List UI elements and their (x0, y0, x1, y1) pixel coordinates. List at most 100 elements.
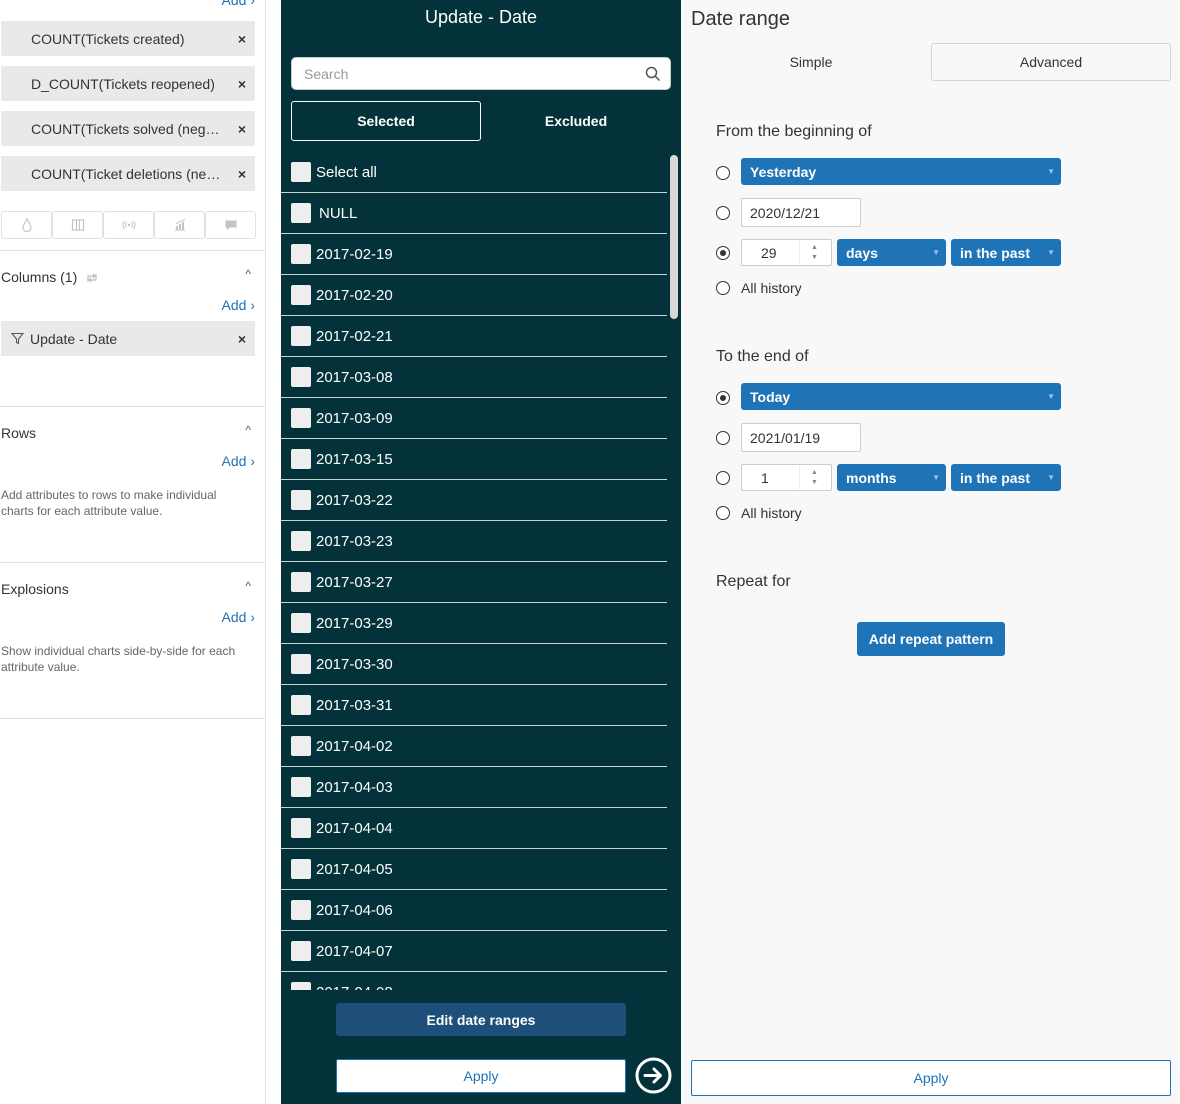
checkbox[interactable] (291, 777, 311, 797)
metric-chip[interactable]: COUNT(Tickets created) × (1, 21, 255, 56)
checkbox[interactable] (291, 900, 311, 920)
list-item[interactable]: 2017-03-27 (281, 562, 667, 603)
table-icon[interactable] (52, 211, 103, 239)
list-item[interactable]: 2017-03-09 (281, 398, 667, 439)
list-item[interactable]: 2017-04-02 (281, 726, 667, 767)
remove-icon[interactable]: × (229, 31, 255, 47)
signal-icon[interactable] (103, 211, 154, 239)
from-amount-stepper[interactable]: 29 ▲ ▼ (741, 239, 832, 266)
list-item[interactable]: 2017-04-03 (281, 767, 667, 808)
to-date-field[interactable]: 2021/01/19 (741, 423, 861, 452)
chevron-up-icon[interactable]: ^ (245, 579, 251, 593)
to-unit-dropdown[interactable]: months ▼ (837, 464, 946, 491)
list-item[interactable]: NULL (281, 193, 667, 234)
metric-chip[interactable]: COUNT(Ticket deletions (negative)) × (1, 156, 255, 191)
checkbox[interactable] (291, 695, 311, 715)
spinner-icon[interactable]: ▲ ▼ (799, 241, 829, 264)
checkbox[interactable] (291, 490, 311, 510)
checkbox[interactable] (291, 572, 311, 592)
checkbox[interactable] (291, 531, 311, 551)
list-item[interactable]: 2017-03-30 (281, 644, 667, 685)
from-date-field[interactable]: 2020/12/21 (741, 198, 861, 227)
list-item[interactable]: 2017-02-19 (281, 234, 667, 275)
tab-selected[interactable]: Selected (291, 101, 481, 141)
rows-add-link[interactable]: Add › (222, 453, 255, 469)
select-all-row[interactable]: Select all (281, 152, 667, 193)
comment-icon[interactable] (205, 211, 256, 239)
apply-button[interactable]: Apply (691, 1060, 1171, 1096)
list-item[interactable]: 2017-04-07 (281, 931, 667, 972)
from-radio-relative[interactable] (716, 246, 730, 260)
list-item[interactable]: 2017-03-15 (281, 439, 667, 480)
tab-excluded[interactable]: Excluded (481, 101, 671, 141)
from-preset-dropdown[interactable]: Yesterday ▼ (741, 158, 1061, 185)
edit-date-ranges-button[interactable]: Edit date ranges (336, 1003, 626, 1036)
search-box (291, 57, 671, 90)
apply-button[interactable]: Apply (336, 1059, 626, 1093)
checkbox[interactable] (291, 859, 311, 879)
list-item[interactable]: 2017-04-06 (281, 890, 667, 931)
spinner-icon[interactable]: ▲ ▼ (799, 466, 829, 489)
list-item[interactable]: 2017-02-21 (281, 316, 667, 357)
to-radio-preset[interactable] (716, 391, 730, 405)
from-unit-dropdown[interactable]: days ▼ (837, 239, 946, 266)
explosions-add-link[interactable]: Add › (222, 609, 255, 625)
search-input[interactable] (304, 65, 636, 82)
to-direction-dropdown[interactable]: in the past ▼ (951, 464, 1061, 491)
list-item[interactable]: 2017-03-08 (281, 357, 667, 398)
metric-chip[interactable]: D_COUNT(Tickets reopened) × (1, 66, 255, 101)
list-item[interactable]: 2017-03-22 (281, 480, 667, 521)
metrics-add-link[interactable]: Add › (222, 0, 255, 8)
remove-icon[interactable]: × (229, 121, 255, 137)
tab-advanced[interactable]: Advanced (931, 43, 1171, 81)
checkbox[interactable] (291, 408, 311, 428)
checkbox[interactable] (291, 941, 311, 961)
to-radio-all-history[interactable] (716, 506, 730, 520)
checkbox[interactable] (291, 285, 311, 305)
swap-icon[interactable] (85, 271, 99, 285)
to-preset-dropdown[interactable]: Today ▼ (741, 383, 1061, 410)
remove-icon[interactable]: × (229, 76, 255, 92)
from-radio-all-history[interactable] (716, 281, 730, 295)
remove-icon[interactable]: × (229, 166, 255, 182)
drop-icon[interactable] (1, 211, 52, 239)
metric-label: COUNT(Tickets solved (negative)) (31, 120, 229, 137)
from-radio-date[interactable] (716, 206, 730, 220)
add-repeat-pattern-button[interactable]: Add repeat pattern (857, 622, 1005, 656)
chevron-up-icon[interactable]: ^ (245, 423, 251, 437)
search-icon[interactable] (636, 66, 670, 82)
metric-chip[interactable]: COUNT(Tickets solved (negative)) × (1, 111, 255, 146)
list-item[interactable]: 2017-04-08 (281, 972, 667, 990)
tab-simple[interactable]: Simple (691, 43, 931, 81)
checkbox[interactable] (291, 818, 311, 838)
checkbox[interactable] (291, 982, 311, 990)
arrow-right-circle-icon[interactable] (635, 1057, 672, 1094)
columns-add-link[interactable]: Add › (222, 297, 255, 313)
list-item[interactable]: 2017-03-29 (281, 603, 667, 644)
from-direction-dropdown[interactable]: in the past ▼ (951, 239, 1061, 266)
list-item[interactable]: 2017-02-20 (281, 275, 667, 316)
checkbox[interactable] (291, 654, 311, 674)
to-radio-relative[interactable] (716, 471, 730, 485)
list-item[interactable]: 2017-04-05 (281, 849, 667, 890)
list-item-label: 2017-04-02 (316, 737, 393, 755)
from-radio-preset[interactable] (716, 166, 730, 180)
to-amount-stepper[interactable]: 1 ▲ ▼ (741, 464, 832, 491)
list-item[interactable]: 2017-03-23 (281, 521, 667, 562)
checkbox[interactable] (291, 449, 311, 469)
checkbox[interactable] (291, 203, 311, 223)
checkbox[interactable] (291, 736, 311, 756)
checkbox[interactable] (291, 244, 311, 264)
list-item[interactable]: 2017-04-04 (281, 808, 667, 849)
checkbox[interactable] (291, 162, 311, 182)
chevron-up-icon[interactable]: ^ (245, 267, 251, 281)
checkbox[interactable] (291, 613, 311, 633)
chart-icon[interactable] (154, 211, 205, 239)
column-chip[interactable]: Update - Date × (1, 321, 255, 356)
checkbox[interactable] (291, 326, 311, 346)
checkbox[interactable] (291, 367, 311, 387)
list-scrollbar[interactable] (670, 155, 678, 319)
remove-icon[interactable]: × (229, 331, 255, 347)
to-radio-date[interactable] (716, 431, 730, 445)
list-item[interactable]: 2017-03-31 (281, 685, 667, 726)
